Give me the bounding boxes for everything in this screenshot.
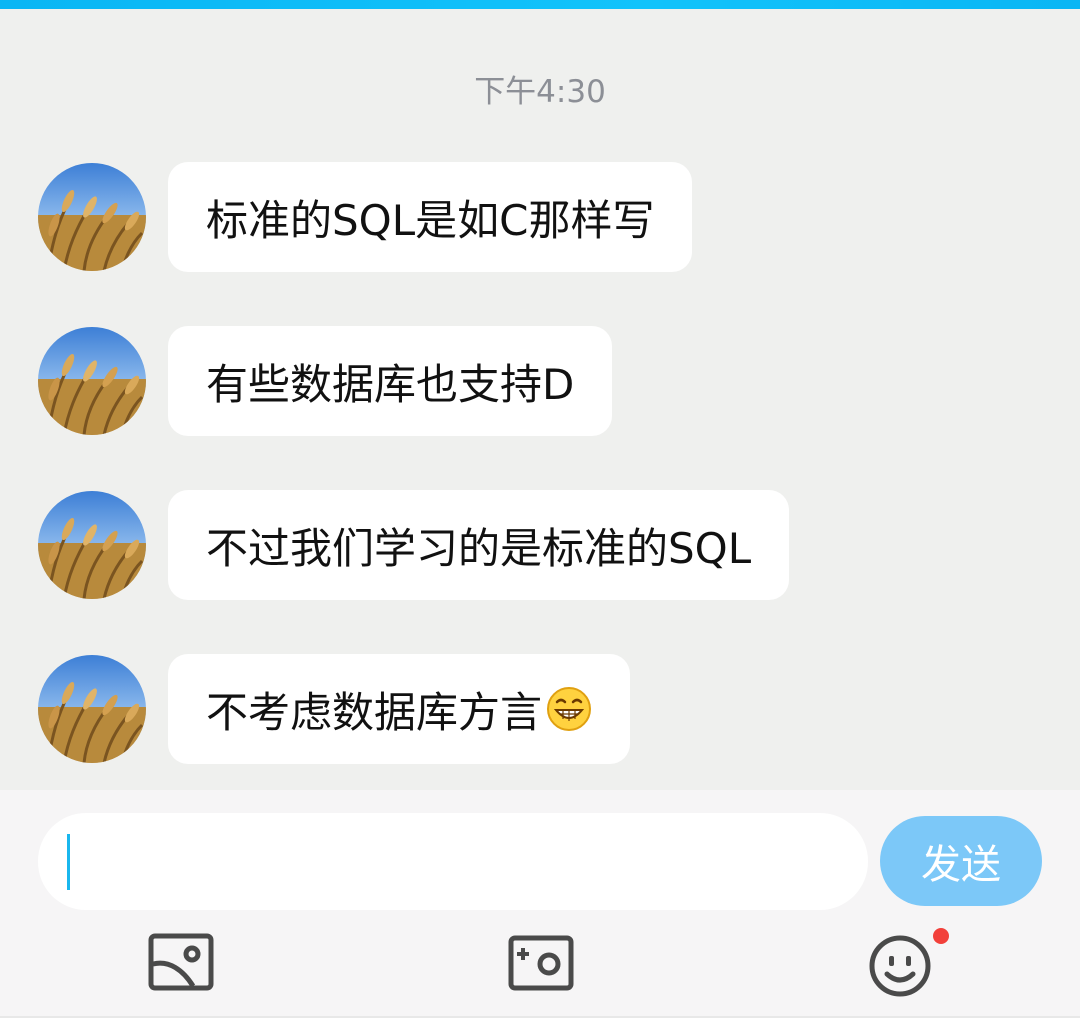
composer-panel: 发送 [0,790,1080,1018]
camera-icon[interactable] [507,930,577,1000]
avatar[interactable] [38,655,146,763]
message-row: 标准的SQL是如C那样写 [0,162,1080,274]
avatar[interactable] [38,491,146,599]
message-timestamp: 下午4:30 [474,74,606,110]
message-row: 不考虑数据库方言 [0,654,1080,766]
message-text: 不过我们学习的是标准的SQL [206,523,752,573]
image-icon[interactable] [147,930,217,1000]
avatar[interactable] [38,327,146,435]
message-row: 不过我们学习的是标准的SQL [0,490,1080,602]
message-input[interactable] [38,813,868,910]
message-bubble[interactable]: 不考虑数据库方言 [168,654,631,764]
text-cursor [67,834,70,890]
message-bubble[interactable]: 不过我们学习的是标准的SQL [168,490,790,600]
send-button[interactable]: 发送 [880,816,1042,906]
message-bubble[interactable]: 有些数据库也支持D [168,326,613,436]
message-text: 有些数据库也支持D [206,359,575,409]
grinning-face-emoji [546,686,592,732]
notification-badge [933,928,949,944]
smiley-icon[interactable] [866,930,936,1000]
top-accent-bar [0,0,1080,9]
message-bubble[interactable]: 标准的SQL是如C那样写 [168,162,693,272]
message-row: 有些数据库也支持D [0,326,1080,438]
avatar[interactable] [38,163,146,271]
message-text: 标准的SQL是如C那样写 [206,195,655,245]
message-text: 不考虑数据库方言 [206,687,543,737]
